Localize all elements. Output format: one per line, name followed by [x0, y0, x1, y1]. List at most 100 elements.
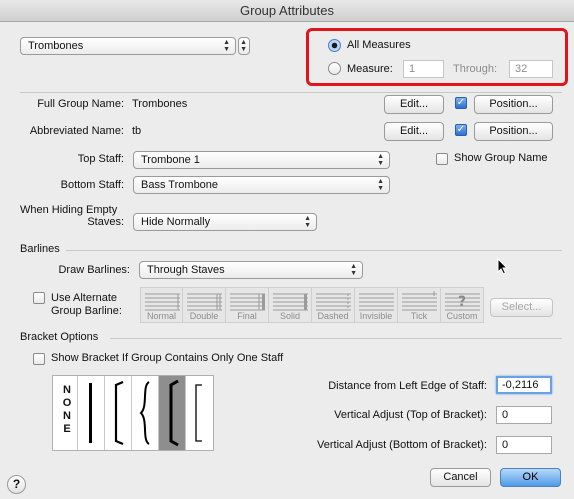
- barline-caption: Custom: [446, 311, 478, 321]
- all-measures-radio[interactable]: [328, 39, 341, 52]
- bracket-style-none[interactable]: NONE: [53, 376, 78, 450]
- hiding-select[interactable]: Hide Normally ▲ ▼: [133, 213, 317, 231]
- svg-text:?: ?: [458, 294, 466, 310]
- full-name-position-checkbox[interactable]: ✓: [455, 97, 467, 109]
- barline-caption: Tick: [410, 311, 428, 321]
- show-bracket-single-staff-label: Show Bracket If Group Contains Only One …: [51, 352, 284, 364]
- barline-style-solid[interactable]: Solid: [269, 287, 312, 323]
- bracket-desk-icon: [195, 384, 202, 442]
- bracket-style-bracket[interactable]: [105, 376, 132, 450]
- barline-style-double[interactable]: Double: [183, 287, 226, 323]
- barline-caption: Final: [237, 311, 257, 321]
- barline-style-strip: Normal Double Final Solid Dashed Invisib…: [140, 287, 484, 323]
- barline-caption: Normal: [146, 311, 176, 321]
- abbr-name-label: Abbreviated Name:: [29, 125, 124, 137]
- show-group-name-checkbox[interactable]: [436, 153, 448, 165]
- bracket-style-piano-bracket[interactable]: [159, 376, 186, 450]
- chevron-updown-icon: ▲ ▼: [304, 215, 311, 229]
- bracket-brace-icon: [139, 381, 150, 445]
- bracket-style-thick-line[interactable]: [78, 376, 105, 450]
- measure-range-radio[interactable]: [328, 62, 341, 75]
- bottom-staff-select[interactable]: Bass Trombone ▲ ▼: [133, 176, 390, 194]
- bracket-style-strip: NONE: [52, 375, 214, 451]
- measure-to-field[interactable]: 32: [509, 60, 553, 78]
- barline-final-icon: [230, 293, 265, 311]
- through-label: Through:: [453, 63, 498, 75]
- bottom-staff-label: Bottom Staff:: [60, 179, 124, 191]
- chevron-updown-icon: ▲ ▼: [377, 153, 384, 167]
- ok-button[interactable]: OK: [500, 468, 561, 487]
- barline-custom-icon: ?: [445, 293, 480, 311]
- bracket-piano-icon: [169, 379, 179, 447]
- mouse-cursor-icon: [497, 258, 509, 275]
- top-staff-value: Trombone 1: [141, 154, 200, 166]
- barline-caption: Double: [189, 311, 219, 321]
- chevron-updown-icon: ▲ ▼: [377, 178, 384, 192]
- hiding-label-line1: When Hiding Empty: [20, 204, 118, 216]
- group-select-value: Trombones: [28, 40, 84, 52]
- all-measures-label: All Measures: [347, 39, 411, 51]
- barline-caption: Solid: [279, 311, 300, 321]
- top-staff-label: Top Staff:: [77, 153, 124, 165]
- hiding-value: Hide Normally: [141, 216, 211, 228]
- full-name-edit-button[interactable]: Edit...: [384, 95, 444, 114]
- window-title: Group Attributes: [0, 0, 574, 22]
- alternate-barline-label-line2: Group Barline:: [51, 305, 122, 317]
- bracket-square-icon: [114, 380, 124, 446]
- bracket-none-text: NONE: [62, 384, 72, 435]
- barline-style-normal[interactable]: Normal: [140, 287, 183, 323]
- measure-from-field[interactable]: 1: [403, 60, 444, 78]
- draw-barlines-select[interactable]: Through Staves ▲ ▼: [139, 261, 363, 279]
- stepper-arrows-icon: ▲ ▼: [240, 39, 247, 53]
- divider: [20, 92, 562, 93]
- show-group-name-label: Show Group Name: [454, 152, 548, 164]
- help-button[interactable]: ?: [7, 475, 26, 494]
- bracket-options-section-title: Bracket Options: [20, 331, 99, 343]
- distance-label: Distance from Left Edge of Staff:: [328, 380, 487, 392]
- bottom-staff-value: Bass Trombone: [141, 179, 219, 191]
- chevron-updown-icon: ▲ ▼: [350, 263, 357, 277]
- vertical-bottom-label: Vertical Adjust (Bottom of Bracket):: [317, 439, 487, 451]
- chevron-updown-icon: ▲ ▼: [223, 39, 230, 53]
- barline-tick-icon: [402, 291, 437, 311]
- barline-invisible-icon: [359, 293, 394, 311]
- bracket-style-brace[interactable]: [132, 376, 159, 450]
- hiding-label-line2: Staves:: [87, 216, 124, 228]
- draw-barlines-value: Through Staves: [147, 264, 225, 276]
- abbr-name-position-button[interactable]: Position...: [474, 122, 553, 141]
- bracket-style-desk-bracket[interactable]: [186, 376, 213, 450]
- full-name-value: Trombones: [132, 98, 188, 110]
- abbr-name-value: tb: [132, 125, 142, 137]
- barline-select-button[interactable]: Select...: [490, 298, 553, 317]
- barline-style-tick[interactable]: Tick: [398, 287, 441, 323]
- barline-style-final[interactable]: Final: [226, 287, 269, 323]
- distance-field[interactable]: -0,2116: [496, 376, 552, 394]
- abbr-name-position-checkbox[interactable]: ✓: [455, 124, 467, 136]
- draw-barlines-label: Draw Barlines:: [58, 264, 130, 276]
- divider: [66, 250, 562, 251]
- group-attributes-dialog: Group Attributes Trombones ▲ ▼ ▲ ▼ All Mea…: [0, 0, 574, 499]
- group-stepper[interactable]: ▲ ▼: [238, 37, 250, 55]
- vertical-bottom-field[interactable]: 0: [496, 436, 552, 454]
- barline-style-invisible[interactable]: Invisible: [355, 287, 398, 323]
- barline-style-custom[interactable]: ? Custom: [441, 287, 484, 323]
- barlines-section-title: Barlines: [20, 243, 60, 255]
- show-bracket-single-staff-checkbox[interactable]: [33, 353, 45, 365]
- barline-solid-icon: [273, 293, 308, 311]
- full-name-label: Full Group Name:: [37, 98, 124, 110]
- barline-double-icon: [187, 293, 222, 311]
- barline-normal-icon: [145, 293, 180, 311]
- vertical-top-field[interactable]: 0: [496, 406, 552, 424]
- cancel-button[interactable]: Cancel: [430, 468, 491, 487]
- abbr-name-edit-button[interactable]: Edit...: [384, 122, 444, 141]
- barline-caption: Dashed: [317, 311, 349, 321]
- group-select[interactable]: Trombones ▲ ▼: [20, 37, 236, 55]
- barline-style-dashed[interactable]: Dashed: [312, 287, 355, 323]
- alternate-barline-checkbox[interactable]: [33, 292, 45, 304]
- barline-dashed-icon: [316, 293, 351, 311]
- barline-caption: Invisible: [359, 311, 393, 321]
- top-staff-select[interactable]: Trombone 1 ▲ ▼: [133, 151, 390, 169]
- full-name-position-button[interactable]: Position...: [474, 95, 553, 114]
- alternate-barline-label-line1: Use Alternate: [51, 292, 118, 304]
- measure-label: Measure:: [347, 63, 393, 75]
